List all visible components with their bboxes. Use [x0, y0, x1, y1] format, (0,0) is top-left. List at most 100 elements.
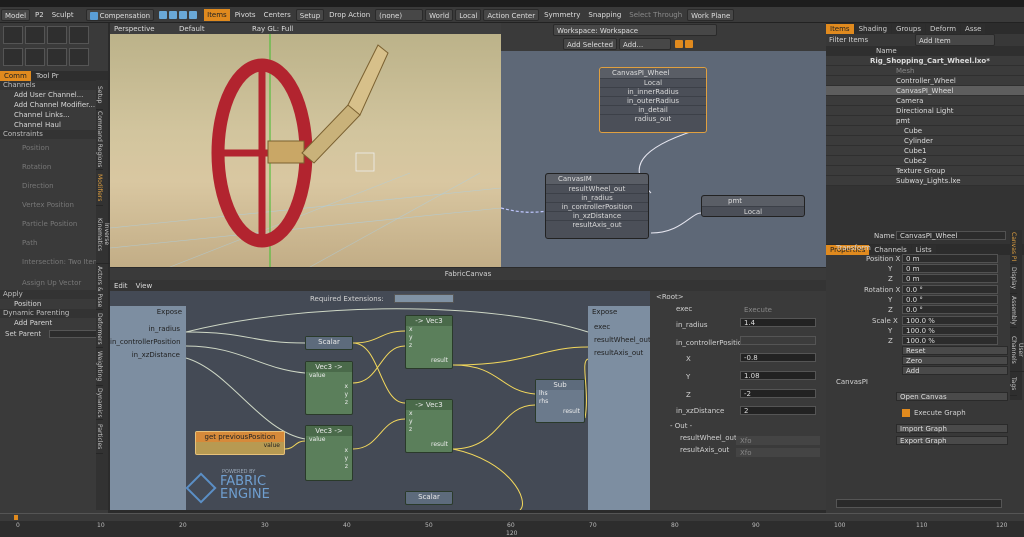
- menu-view[interactable]: View: [133, 280, 156, 292]
- port-vec3a-x[interactable]: x: [306, 383, 352, 391]
- rotation-constraint-button[interactable]: Rotation: [0, 158, 108, 177]
- channel-haul-button[interactable]: Channel Haul: [0, 120, 108, 130]
- port-sub-rhs[interactable]: rhs: [536, 398, 584, 406]
- cp-y-value[interactable]: 1.08: [740, 371, 816, 380]
- tree-item-scene[interactable]: Rig_Shopping_Cart_Wheel.lxo*: [826, 56, 1024, 66]
- port-in-controllerposition[interactable]: in_controllerPosition: [546, 202, 648, 211]
- scale-y-field[interactable]: 100.0 %: [902, 326, 998, 335]
- pivots-button[interactable]: Pivots: [232, 9, 259, 21]
- port-resultaxis-out[interactable]: resultAxis_out: [546, 220, 648, 229]
- tree-item-pmt[interactable]: pmt: [826, 116, 1024, 126]
- items-mode-button[interactable]: Items: [204, 8, 230, 21]
- export-graph-button[interactable]: Export Graph: [896, 436, 1008, 445]
- menu-edit[interactable]: Edit: [111, 280, 131, 292]
- material-mode-icon[interactable]: [189, 10, 198, 19]
- timeline-playhead[interactable]: [14, 515, 18, 520]
- execute-graph-checkbox[interactable]: [902, 409, 910, 417]
- port-vec3a-value[interactable]: value: [306, 372, 352, 380]
- select-mode-icons[interactable]: [156, 9, 202, 21]
- execute-graph-row[interactable]: Execute Graph: [902, 408, 966, 418]
- port-sub-lhs[interactable]: lhs: [536, 390, 584, 398]
- tab-assembly[interactable]: Asse: [961, 23, 986, 34]
- view-perspective-select[interactable]: Perspective: [111, 23, 165, 35]
- port-in-radius[interactable]: in_radius: [546, 193, 648, 202]
- vtab-weighting[interactable]: Weighting: [96, 348, 103, 386]
- sidetab-user-channels[interactable]: User Channels: [1010, 328, 1024, 372]
- vtab-dynamics[interactable]: Dynamics: [96, 386, 103, 420]
- port-tovec3b-y[interactable]: y: [406, 418, 452, 426]
- port-tovec3b-x[interactable]: x: [406, 410, 452, 418]
- tab-tool-properties[interactable]: Tool Pr: [31, 71, 63, 81]
- apply-position-button[interactable]: Position: [0, 299, 108, 309]
- fabric-graph-canvas[interactable]: Required Extensions: Expose in_radius in…: [110, 291, 650, 510]
- tree-item-controller-wheel[interactable]: Controller_Wheel: [826, 76, 1024, 86]
- tree-item-subway-lights[interactable]: Subway_Lights.lxe: [826, 176, 1024, 186]
- polygon-mode-icon[interactable]: [179, 10, 188, 19]
- vtab-setup[interactable]: Setup: [96, 80, 103, 110]
- port-tovec3a-result[interactable]: result: [406, 357, 452, 365]
- port-in-xzdistance[interactable]: in_xzDistance: [546, 211, 648, 220]
- port-tovec3a-y[interactable]: y: [406, 334, 452, 342]
- node-to-vec3-b[interactable]: -> Vec3 x y z result: [405, 399, 453, 453]
- tree-item-canvaspi-wheel[interactable]: CanvasPI_Wheel: [826, 86, 1024, 96]
- node-to-vec3-a[interactable]: -> Vec3 x y z result: [405, 315, 453, 369]
- port-getprev-value[interactable]: value: [196, 442, 284, 450]
- port-tovec3a-x[interactable]: x: [406, 326, 452, 334]
- port-sub-result[interactable]: result: [536, 408, 584, 416]
- port-vec3b-x[interactable]: x: [306, 447, 352, 455]
- cp-x-value[interactable]: -0.8: [740, 353, 816, 362]
- add-channel-modifier-button[interactable]: Add Channel Modifier...: [0, 100, 108, 110]
- tab-comm[interactable]: Comm: [0, 71, 31, 81]
- controller-cube[interactable]: [355, 152, 375, 172]
- select-through-button[interactable]: Select Through: [626, 9, 685, 21]
- port-in-outerradius[interactable]: in_outerRadius: [600, 96, 706, 105]
- name-field[interactable]: CanvasPI_Wheel: [896, 231, 1006, 240]
- shading-default-select[interactable]: Default: [176, 23, 238, 35]
- model-tab[interactable]: Model: [1, 8, 31, 21]
- action-center-button[interactable]: Action Center: [483, 8, 540, 21]
- set-parent-select[interactable]: [49, 330, 100, 338]
- tree-item-camera[interactable]: Camera: [826, 96, 1024, 106]
- vtab-particles[interactable]: Particles: [96, 420, 103, 454]
- vertex-position-constraint-button[interactable]: Vertex Position: [0, 196, 108, 215]
- zero-button[interactable]: Zero: [902, 356, 1008, 365]
- transform-tool-icon[interactable]: [69, 26, 89, 44]
- workspace-select[interactable]: Workspace: Workspace: [553, 24, 717, 36]
- add-parent-button[interactable]: Add Parent: [0, 318, 108, 328]
- position-y-field[interactable]: 0 m: [902, 264, 998, 273]
- work-plane-button[interactable]: Work Plane: [687, 8, 735, 21]
- port-local[interactable]: Local: [600, 78, 706, 87]
- port-vec3b-z[interactable]: z: [306, 463, 352, 471]
- open-canvas-button[interactable]: Open Canvas: [896, 392, 1008, 401]
- add-item-button[interactable]: Add Item: [915, 34, 995, 46]
- filter-items-field[interactable]: Filter Items: [826, 36, 914, 44]
- add-node-select[interactable]: Add...: [619, 38, 671, 50]
- add-user-channel-button[interactable]: Add User Channel...: [0, 90, 108, 100]
- add-selected-button[interactable]: Add Selected: [563, 38, 617, 50]
- render-mode-select[interactable]: Ray GL: Full: [249, 23, 319, 35]
- particle-position-constraint-button[interactable]: Particle Position: [0, 215, 108, 234]
- scale-tool-icon[interactable]: [47, 26, 67, 44]
- command-input[interactable]: [836, 499, 1002, 508]
- port-in-innerradius[interactable]: in_innerRadius: [600, 87, 706, 96]
- tree-item-cylinder[interactable]: Cylinder: [826, 136, 1024, 146]
- port-in-detail[interactable]: in_detail: [600, 105, 706, 114]
- p2-tab[interactable]: P2: [32, 9, 47, 21]
- node-canvaspi-wheel[interactable]: CanvasPI_Wheel Local in_innerRadius in_o…: [599, 67, 707, 133]
- node-get-previousposition[interactable]: get previousPosition value: [195, 431, 285, 455]
- vtab-actors-pose[interactable]: Actors & Pose: [96, 264, 103, 310]
- port-tovec3b-z[interactable]: z: [406, 426, 452, 434]
- port-vec3a-z[interactable]: z: [306, 399, 352, 407]
- node-scalar-2[interactable]: Scalar: [405, 491, 453, 505]
- node-pmt[interactable]: pmt Local: [701, 195, 805, 217]
- tree-item-texture-group[interactable]: Texture Group: [826, 166, 1024, 176]
- port-pmt-local[interactable]: Local: [702, 206, 804, 216]
- rotation-z-field[interactable]: 0.0 °: [902, 305, 998, 314]
- 3d-viewport[interactable]: [110, 23, 501, 267]
- world-button[interactable]: World: [425, 8, 454, 21]
- assign-up-vector-button[interactable]: Assign Up Vector: [0, 276, 108, 290]
- sculpt-tab[interactable]: Sculpt: [49, 9, 77, 21]
- local-button[interactable]: Local: [455, 8, 482, 21]
- direction-constraint-button[interactable]: Direction: [0, 177, 108, 196]
- sidetab-assembly[interactable]: Assembly: [1010, 294, 1017, 328]
